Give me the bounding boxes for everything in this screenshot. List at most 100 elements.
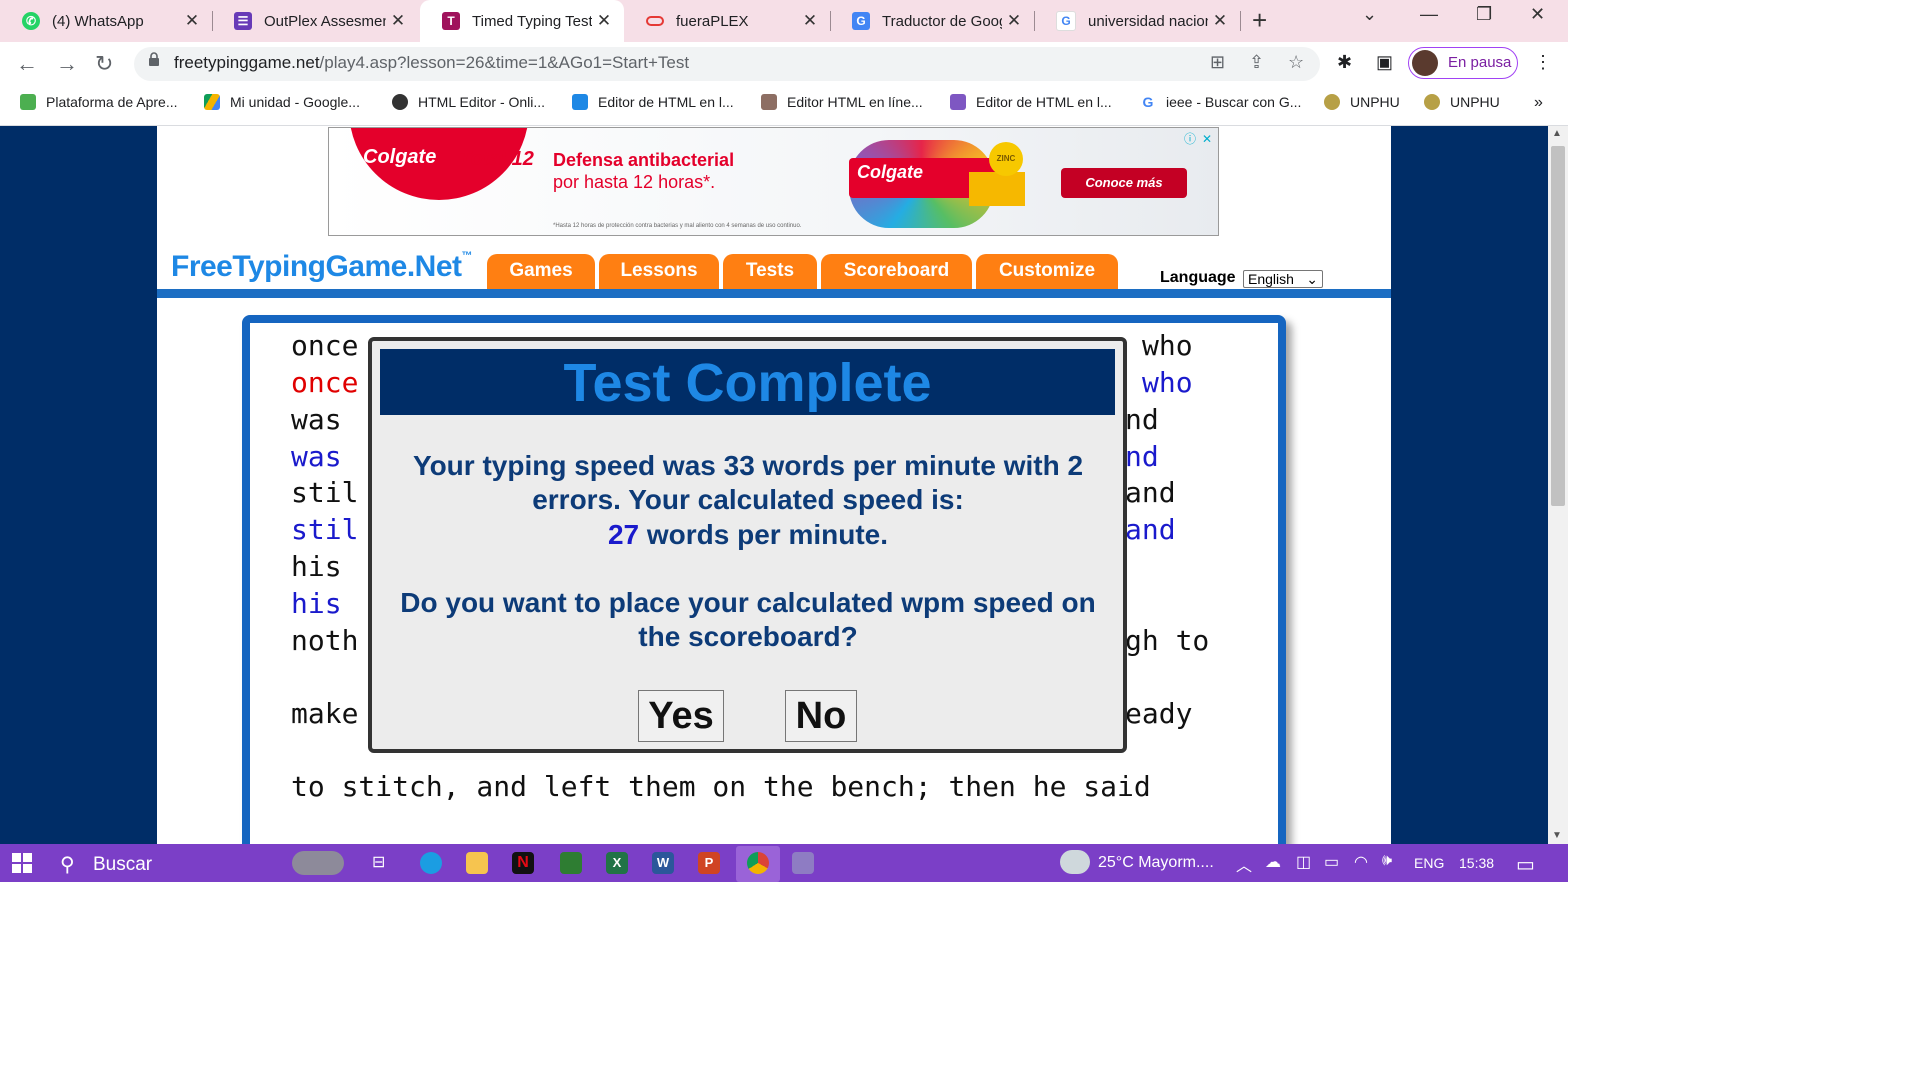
tab-translator[interactable]: G Traductor de Googl ✕ [830, 0, 1035, 42]
bookmark-star-icon[interactable]: ☆ [1288, 52, 1304, 73]
typed-text-line: stil [291, 513, 359, 546]
tab-whatsapp[interactable]: ✆ (4) WhatsApp ✕ [0, 0, 213, 42]
weather-cloud-icon[interactable] [1060, 850, 1090, 874]
meet-icon[interactable]: ◫ [1296, 852, 1311, 872]
bookmark-item[interactable]: Editor de HTML en l... [950, 94, 1112, 110]
translate-icon: G [852, 12, 870, 30]
bookmark-item[interactable]: UNPHU [1324, 94, 1400, 110]
restore-button[interactable]: ❐ [1476, 4, 1492, 25]
translate-page-icon[interactable]: ⊞ [1210, 52, 1225, 73]
scroll-down-icon[interactable]: ▼ [1552, 830, 1562, 841]
close-window-button[interactable]: ✕ [1530, 4, 1545, 25]
nav-scoreboard[interactable]: Scoreboard [821, 254, 972, 290]
chevron-up-icon[interactable]: ︿ [1236, 852, 1252, 876]
back-icon[interactable]: ← [16, 51, 38, 77]
bookmark-item[interactable]: Gieee - Buscar con G... [1140, 94, 1301, 110]
reload-icon[interactable]: ↻ [95, 51, 113, 77]
excel-icon[interactable]: X [606, 852, 628, 874]
menu-icon[interactable]: ⋮ [1534, 52, 1552, 73]
source-text-line: his [291, 550, 359, 583]
forward-icon[interactable]: → [56, 51, 78, 77]
tab-title: fueraPLEX [676, 12, 749, 30]
notifications-icon[interactable]: ▭ [1516, 852, 1535, 877]
bookmark-item[interactable]: Editor HTML en líne... [761, 94, 923, 110]
bookmark-item[interactable]: UNPHU [1424, 94, 1500, 110]
minimize-button[interactable]: — [1420, 4, 1438, 25]
nav-lessons[interactable]: Lessons [599, 254, 719, 290]
tab-title: (4) WhatsApp [52, 12, 144, 30]
typed-text-line: his [291, 587, 359, 620]
hexagon-icon [950, 94, 966, 110]
nav-tests[interactable]: Tests [723, 254, 817, 290]
close-icon[interactable]: ✕ [1208, 11, 1232, 31]
language-select[interactable]: English ⌄ [1243, 270, 1323, 288]
ad-product: Total 12 [459, 148, 534, 170]
weather-text[interactable]: 25°C Mayorm.... [1098, 854, 1214, 872]
file-explorer-icon[interactable] [466, 852, 488, 874]
tab-fueraplex[interactable]: fueraPLEX ✕ [624, 0, 831, 42]
bookmark-item[interactable]: HTML Editor - Onli... [392, 94, 545, 110]
zinc-badge: ZINC [989, 142, 1023, 176]
visual-studio-icon[interactable] [792, 852, 814, 874]
sheets-icon[interactable] [560, 852, 582, 874]
volume-icon[interactable]: 🕪 [1382, 852, 1392, 870]
new-tab-button[interactable]: + [1252, 5, 1267, 36]
share-icon[interactable]: ⇪ [1249, 52, 1264, 73]
bookmark-item[interactable]: Mi unidad - Google... [204, 94, 360, 110]
edge-icon[interactable] [420, 852, 442, 874]
site-logo[interactable]: FreeTypingGame.Net™ [171, 250, 473, 284]
extensions-icon[interactable]: ✱ [1337, 52, 1352, 73]
lock-icon[interactable] [148, 52, 160, 66]
windows-start-icon[interactable] [12, 853, 32, 873]
tube-brand: Colgate [857, 162, 924, 182]
taskbar-search-box[interactable]: Buscar [93, 854, 152, 876]
close-icon[interactable]: ✕ [592, 11, 616, 31]
bookmark-item[interactable]: Plataforma de Apre... [20, 94, 178, 110]
side-panel-icon[interactable]: ▣ [1376, 52, 1393, 73]
url-path: /play4.asp?lesson=26&time=1&AGo1=Start+T… [319, 53, 690, 72]
ad-cta-button[interactable]: Conoce más [1061, 168, 1187, 198]
yes-button[interactable]: Yes [638, 690, 724, 742]
close-icon[interactable]: ✕ [1002, 11, 1026, 31]
powerpoint-icon[interactable]: P [698, 852, 720, 874]
url-text[interactable]: freetypinggame.net/play4.asp?lesson=26&t… [174, 53, 689, 73]
close-icon[interactable]: ✕ [386, 11, 410, 31]
tab-outplex[interactable]: ☰ OutPlex Assesment ✕ [212, 0, 418, 42]
task-view-icon[interactable]: ⊟ [372, 852, 385, 872]
tab-search-icon[interactable]: ⌄ [1362, 4, 1377, 25]
no-button[interactable]: No [785, 690, 857, 742]
bookmark-item[interactable]: Editor de HTML en l... [572, 94, 734, 110]
battery-icon[interactable]: ▭ [1324, 852, 1339, 872]
nav-customize[interactable]: Customize [976, 254, 1118, 290]
calculated-speed: 27 words per minute. [607, 519, 889, 550]
word-icon[interactable]: W [652, 852, 674, 874]
netflix-icon[interactable]: N [512, 852, 534, 874]
scrollbar-thumb[interactable] [1551, 146, 1565, 506]
calculated-wpm: 27 [607, 519, 640, 550]
scroll-up-icon[interactable]: ▲ [1552, 128, 1562, 139]
avatar [1412, 50, 1438, 76]
close-icon[interactable]: ✕ [180, 11, 204, 31]
person-icon [392, 94, 408, 110]
clock[interactable]: 15:38 [1459, 855, 1494, 871]
source-text-line: gh to [1125, 624, 1210, 657]
chrome-icon[interactable] [747, 852, 769, 874]
onedrive-icon[interactable]: ☁ [1265, 852, 1281, 872]
language-indicator[interactable]: ENG [1414, 855, 1444, 871]
advertisement-banner[interactable]: Colgate Total 12 Defensa antibacterial p… [328, 127, 1219, 236]
bookmarks-overflow-button[interactable]: » [1534, 94, 1543, 112]
nav-games[interactable]: Games [487, 254, 595, 290]
tab-timed-typing-test[interactable]: T Timed Typing Test, ✕ [420, 0, 624, 42]
wifi-icon[interactable]: ◠ [1354, 852, 1368, 872]
close-icon[interactable]: ✕ [798, 11, 822, 31]
tab-universidad[interactable]: G universidad naciona ✕ [1034, 0, 1241, 42]
adchoices-icon[interactable]: ⓘ ✕ [1184, 130, 1212, 147]
ad-close-icon[interactable]: ✕ [1202, 132, 1212, 146]
tab-title: Timed Typing Test, [472, 12, 592, 30]
tab-title: OutPlex Assesment [264, 12, 386, 30]
ad-brand: Colgate [363, 146, 437, 168]
source-text-line: stil [291, 476, 359, 509]
header-divider [157, 289, 1391, 298]
search-icon[interactable]: ⚲ [60, 852, 75, 877]
source-text-line: who [1142, 329, 1193, 362]
